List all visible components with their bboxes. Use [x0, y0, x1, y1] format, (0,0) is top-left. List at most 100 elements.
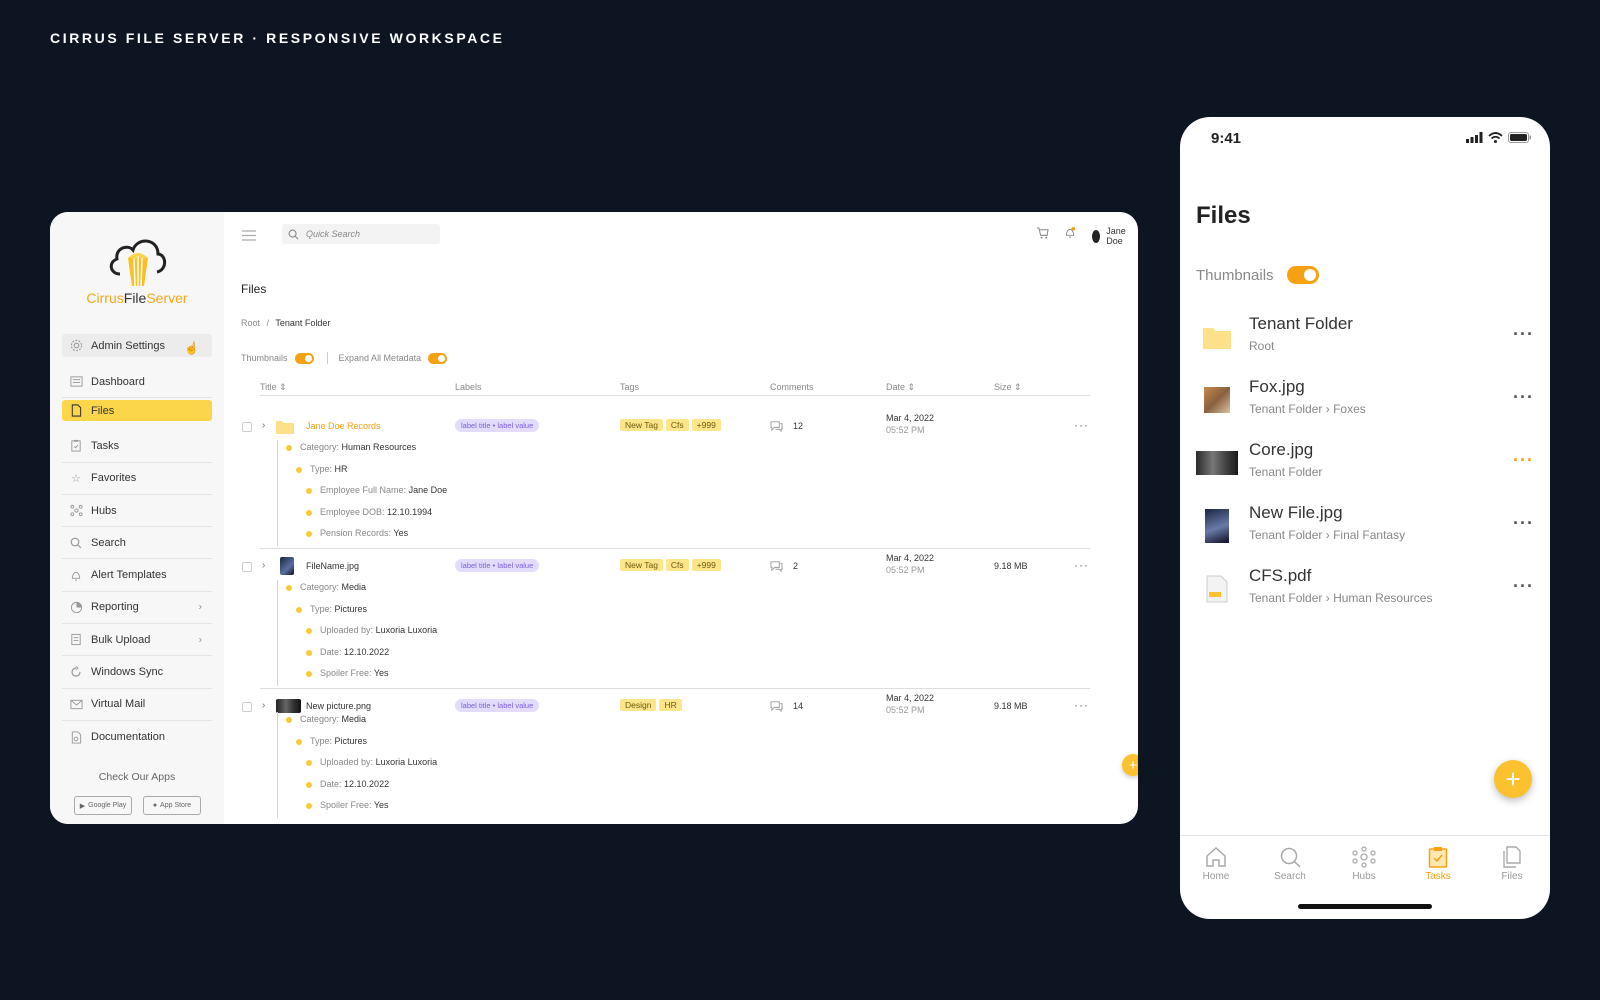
- comments-count[interactable]: 14: [770, 700, 803, 712]
- sidebar-nav: Admin Settings ☝ Dashboard Files Tasks ☆…: [62, 334, 212, 753]
- mobile-add-fab-button[interactable]: +: [1494, 760, 1532, 798]
- mobile-files-title: Files: [1196, 202, 1251, 229]
- upload-icon: [69, 633, 83, 647]
- notification-bell-icon[interactable]: [1064, 226, 1076, 244]
- gear-icon: [69, 339, 83, 353]
- row-name[interactable]: Jane Doe Records: [306, 421, 381, 431]
- star-icon: ☆: [71, 472, 81, 485]
- tag-list: New Tag Cfs +999: [620, 419, 721, 431]
- sidebar-item-alert-templates[interactable]: Alert Templates: [62, 559, 212, 592]
- more-options-icon[interactable]: ···: [1074, 558, 1089, 572]
- mobile-thumbnails-toggle[interactable]: [1286, 266, 1319, 284]
- comment-icon: [770, 561, 783, 572]
- tab-search[interactable]: Search: [1260, 846, 1320, 882]
- expand-metadata-toggle[interactable]: [428, 352, 448, 364]
- logo: CirrusFileServer: [50, 234, 224, 306]
- sidebar-item-admin-settings[interactable]: Admin Settings ☝: [62, 334, 212, 357]
- add-fab-button[interactable]: +: [1122, 754, 1138, 776]
- sidebar-item-bulk-upload[interactable]: Bulk Upload ›: [62, 624, 212, 657]
- thumbnails-toggle[interactable]: [294, 352, 314, 364]
- tab-tasks[interactable]: Tasks: [1408, 846, 1468, 882]
- row-checkbox[interactable]: [242, 422, 252, 432]
- list-item[interactable]: New File.jpg Tenant Folder › Final Fanta…: [1196, 501, 1536, 551]
- google-play-button[interactable]: ▶ Google Play: [74, 796, 132, 815]
- tag-list: New Tag Cfs +999: [620, 559, 721, 571]
- sync-icon: [69, 665, 83, 679]
- tab-files[interactable]: Files: [1482, 846, 1542, 882]
- more-options-icon[interactable]: ···: [1513, 576, 1534, 597]
- metadata-item: Type: Pictures: [296, 604, 367, 614]
- tag: Cfs: [665, 419, 689, 431]
- metadata-item: Employee Full Name: Jane Doe: [306, 485, 447, 495]
- table-row[interactable]: › New picture.png label title • label va…: [242, 693, 1090, 718]
- comments-count[interactable]: 12: [770, 420, 803, 432]
- bottom-tab-bar: Home Search Hubs Tasks Files: [1180, 835, 1550, 895]
- list-item[interactable]: Tenant Folder Root ···: [1196, 312, 1536, 362]
- sidebar-item-hubs[interactable]: Hubs: [62, 495, 212, 528]
- image-thumbnail: [276, 699, 301, 713]
- tab-home[interactable]: Home: [1186, 846, 1246, 882]
- files-icon: [1503, 846, 1521, 868]
- cart-icon[interactable]: [1036, 226, 1049, 244]
- row-size: 9.18 MB: [994, 561, 1028, 571]
- sidebar-item-label: Windows Sync: [91, 666, 164, 679]
- expand-chevron-icon[interactable]: ›: [262, 560, 265, 571]
- sidebar-item-windows-sync[interactable]: Windows Sync: [62, 656, 212, 689]
- hamburger-menu-icon[interactable]: [242, 228, 256, 246]
- sidebar-item-documentation[interactable]: Documentation: [62, 721, 212, 753]
- sidebar-item-favorites[interactable]: ☆ Favorites: [62, 463, 212, 495]
- table-row[interactable]: › FileName.jpg label title • label value…: [242, 553, 1090, 578]
- sidebar-item-dashboard[interactable]: Dashboard: [62, 366, 212, 399]
- table-row[interactable]: › Jane Doe Records label title • label v…: [242, 413, 1090, 438]
- item-path: Tenant Folder: [1249, 465, 1323, 479]
- item-name: New File.jpg: [1249, 503, 1343, 522]
- sidebar-item-tasks[interactable]: Tasks: [62, 430, 212, 463]
- metadata-item: Date: 12.10.2022: [306, 647, 389, 657]
- column-title[interactable]: Title ⇕: [260, 382, 287, 393]
- sidebar: CirrusFileServer Admin Settings ☝ Dashbo…: [50, 212, 224, 824]
- row-checkbox[interactable]: [242, 562, 252, 572]
- row-name[interactable]: New picture.png: [306, 701, 371, 711]
- hubs-icon: [1352, 846, 1376, 868]
- sidebar-item-reporting[interactable]: Reporting ›: [62, 592, 212, 625]
- home-indicator: [1298, 904, 1432, 909]
- item-path: Root: [1249, 339, 1275, 353]
- sidebar-item-label: Favorites: [91, 472, 137, 485]
- metadata-item: Uploaded by: Luxoria Luxoria: [306, 625, 437, 635]
- expand-chevron-icon[interactable]: ›: [262, 700, 265, 711]
- sidebar-item-virtual-mail[interactable]: Virtual Mail: [62, 689, 212, 721]
- chevron-down-icon: ⌄: [1137, 231, 1138, 242]
- list-item[interactable]: CFS.pdf Tenant Folder › Human Resources …: [1196, 564, 1536, 614]
- user-menu[interactable]: Jane Doe ⌄: [1092, 226, 1138, 246]
- row-name[interactable]: FileName.jpg: [306, 561, 359, 571]
- sidebar-item-label: Files: [91, 404, 115, 417]
- chevron-right-icon: ›: [1325, 402, 1330, 416]
- more-options-icon[interactable]: ···: [1513, 450, 1534, 471]
- column-date[interactable]: Date ⇕: [886, 382, 915, 393]
- more-options-icon[interactable]: ···: [1513, 513, 1534, 534]
- expand-chevron-icon[interactable]: ›: [262, 420, 265, 431]
- list-item[interactable]: Fox.jpg Tenant Folder › Foxes ···: [1196, 375, 1536, 425]
- doc-icon: [69, 730, 83, 744]
- more-options-icon[interactable]: ···: [1074, 418, 1089, 432]
- row-checkbox[interactable]: [242, 702, 252, 712]
- comments-count[interactable]: 2: [770, 560, 798, 572]
- app-store-button[interactable]: ● App Store: [143, 796, 201, 815]
- sidebar-item-label: Hubs: [91, 504, 117, 517]
- column-size[interactable]: Size ⇕: [994, 382, 1022, 393]
- metadata-item: Category: Media: [286, 714, 366, 724]
- tab-hubs[interactable]: Hubs: [1334, 846, 1394, 882]
- breadcrumb-root[interactable]: Root: [241, 318, 260, 328]
- more-options-icon[interactable]: ···: [1074, 698, 1089, 712]
- sidebar-item-label: Search: [91, 536, 126, 549]
- search-input[interactable]: Quick Search: [282, 224, 440, 244]
- more-options-icon[interactable]: ···: [1513, 324, 1534, 345]
- search-icon: [1280, 847, 1301, 868]
- sidebar-item-files[interactable]: Files: [62, 400, 212, 422]
- label-pill: label title • label value: [455, 419, 540, 432]
- tag: Cfs: [665, 559, 689, 571]
- sidebar-item-label: Virtual Mail: [91, 698, 146, 711]
- sidebar-item-search[interactable]: Search: [62, 527, 212, 560]
- list-item[interactable]: Core.jpg Tenant Folder ···: [1196, 438, 1536, 488]
- more-options-icon[interactable]: ···: [1513, 387, 1534, 408]
